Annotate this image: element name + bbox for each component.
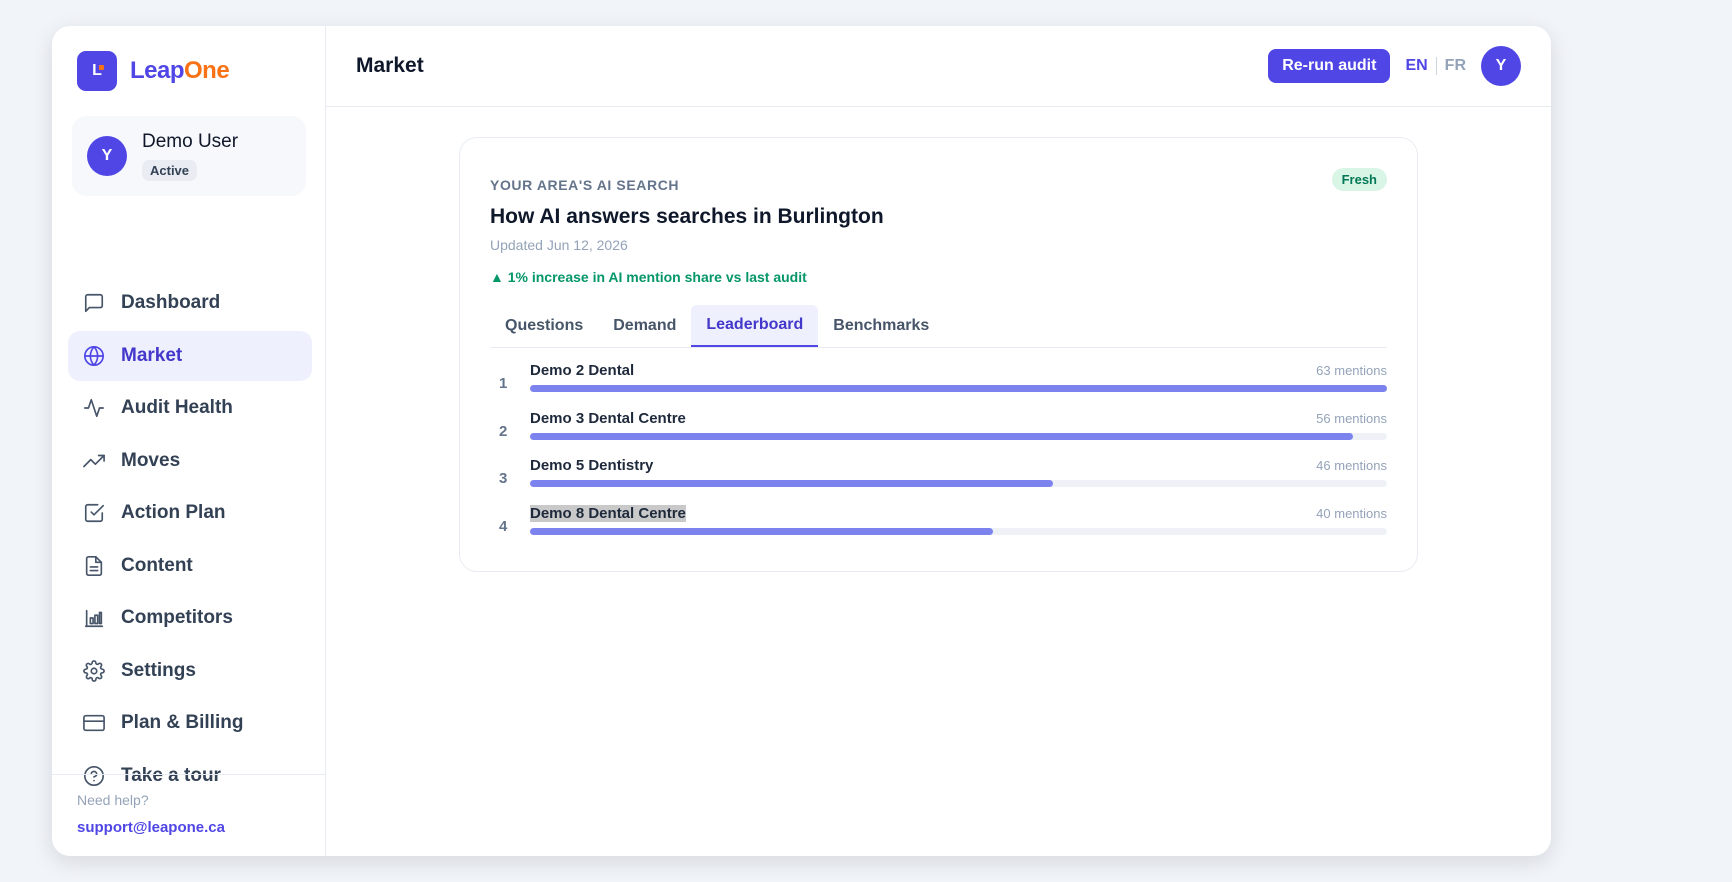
sidebar-nav: Dashboard Market Audit Health Moves Acti… <box>68 278 312 751</box>
sidebar-item-content[interactable]: Content <box>68 541 312 591</box>
mentions-count: 46 mentions <box>1316 458 1387 473</box>
file-text-icon <box>82 554 106 578</box>
sidebar-item-market[interactable]: Market <box>68 330 312 381</box>
tab-questions[interactable]: Questions <box>490 305 598 347</box>
mentions-count: 40 mentions <box>1316 505 1387 521</box>
mentions-bar-fill <box>530 385 1387 392</box>
rank-number: 3 <box>499 470 508 487</box>
leaderboard-row-head: Demo 8 Dental Centre 40 mentions <box>530 504 1387 522</box>
mention-share-delta: ▲ 1% increase in AI mention share vs las… <box>490 269 807 285</box>
main-content: Market Re-run audit EN FR Y YOUR AREA'S … <box>326 26 1551 856</box>
sidebar-item-dashboard[interactable]: Dashboard <box>68 278 312 328</box>
app-window: L LeapOne Y Demo User Active Dashboard M… <box>52 26 1551 856</box>
sidebar-item-label: Settings <box>121 659 196 681</box>
leaderboard-row: 3 Demo 5 Dentistry 46 mentions <box>490 457 1387 505</box>
support-email-link[interactable]: support@leapone.ca <box>77 819 326 836</box>
mentions-bar-track <box>530 480 1387 487</box>
lang-fr-button[interactable]: FR <box>1445 57 1466 75</box>
top-actions: Re-run audit EN FR Y <box>1268 46 1521 86</box>
leaderboard-row-body: Demo 8 Dental Centre 40 mentions <box>530 504 1387 535</box>
logo[interactable]: L LeapOne <box>77 51 230 91</box>
sidebar-item-settings[interactable]: Settings <box>68 646 312 696</box>
mentions-count: 56 mentions <box>1316 410 1387 426</box>
activity-icon <box>82 396 106 420</box>
tab-benchmarks[interactable]: Benchmarks <box>818 305 944 347</box>
leaderboard-row: 4 Demo 8 Dental Centre 40 mentions <box>490 504 1387 553</box>
leaderboard-row-head: Demo 2 Dental 63 mentions <box>530 362 1387 379</box>
mentions-bar-track <box>530 385 1387 392</box>
rerun-audit-button[interactable]: Re-run audit <box>1268 49 1391 83</box>
lang-divider <box>1435 57 1437 75</box>
sidebar-item-plan-billing[interactable]: Plan & Billing <box>68 698 312 748</box>
business-name: Demo 8 Dental Centre <box>530 504 686 522</box>
user-card[interactable]: Y Demo User Active <box>72 116 306 196</box>
language-switcher: EN FR <box>1405 57 1466 75</box>
leaderboard-row-body: Demo 2 Dental 63 mentions <box>530 362 1387 392</box>
sidebar-item-label: Plan & Billing <box>121 712 244 733</box>
ai-search-card: YOUR AREA'S AI SEARCH Fresh How AI answe… <box>459 137 1418 572</box>
check-square-icon <box>82 501 106 525</box>
credit-card-icon <box>82 711 106 735</box>
fresh-badge: Fresh <box>1331 168 1387 191</box>
topbar: Market Re-run audit EN FR Y <box>326 26 1551 107</box>
leaderboard-row-head: Demo 3 Dental Centre 56 mentions <box>530 410 1387 427</box>
card-title: How AI answers searches in Burlington <box>490 205 884 228</box>
sidebar-item-label: Action Plan <box>121 502 226 523</box>
business-name: Demo 5 Dentistry <box>530 457 654 474</box>
tab-leaderboard[interactable]: Leaderboard <box>691 305 819 347</box>
bar-chart-icon <box>82 606 106 630</box>
leaderboard-row: 2 Demo 3 Dental Centre 56 mentions <box>490 410 1387 458</box>
business-name: Demo 3 Dental Centre <box>530 409 686 427</box>
leaderboard-list: 1 Demo 2 Dental 63 mentions 2 Demo 3 Den… <box>490 362 1387 552</box>
user-name: Demo User <box>142 131 239 152</box>
globe-icon <box>82 344 106 368</box>
rank-number: 4 <box>499 517 508 535</box>
sidebar-item-label: Competitors <box>121 607 233 628</box>
sidebar-item-label: Content <box>121 554 193 576</box>
account-avatar[interactable]: Y <box>1481 46 1521 86</box>
message-square-icon <box>82 291 106 315</box>
avatar: Y <box>87 136 127 176</box>
logo-text: LeapOne <box>130 57 230 85</box>
logo-mark: L <box>77 51 117 91</box>
rank-number: 1 <box>499 375 508 392</box>
mentions-bar-track <box>530 432 1387 440</box>
rank-number: 2 <box>499 422 508 440</box>
sidebar: L LeapOne Y Demo User Active Dashboard M… <box>52 26 326 856</box>
trending-up-icon <box>82 449 106 473</box>
sidebar-item-moves[interactable]: Moves <box>68 436 312 486</box>
status-badge: Active <box>142 160 198 181</box>
sidebar-item-label: Moves <box>121 449 181 471</box>
card-eyebrow: YOUR AREA'S AI SEARCH <box>490 177 680 193</box>
mentions-bar-fill <box>530 432 1353 440</box>
mentions-bar-fill <box>530 527 993 535</box>
card-tabs: Questions Demand Leaderboard Benchmarks <box>490 305 1387 348</box>
sidebar-item-label: Market <box>121 344 183 366</box>
leaderboard-row-body: Demo 3 Dental Centre 56 mentions <box>530 410 1387 440</box>
logo-dot <box>99 65 104 70</box>
user-info: Demo User Active <box>142 131 238 181</box>
mentions-bar-fill <box>530 480 1053 487</box>
page-title: Market <box>356 54 424 77</box>
sidebar-item-label: Dashboard <box>121 292 221 313</box>
sidebar-item-competitors[interactable]: Competitors <box>68 593 312 643</box>
sidebar-item-action-plan[interactable]: Action Plan <box>68 488 312 538</box>
leaderboard-row: 1 Demo 2 Dental 63 mentions <box>490 362 1387 410</box>
sidebar-item-audit-health[interactable]: Audit Health <box>68 383 312 433</box>
help-section: Need help? support@leapone.ca <box>52 774 326 836</box>
leaderboard-row-head: Demo 5 Dentistry 46 mentions <box>530 457 1387 474</box>
mentions-bar-track <box>530 527 1387 535</box>
business-name: Demo 2 Dental <box>530 362 635 379</box>
lang-en-button[interactable]: EN <box>1405 57 1427 75</box>
logo-text-one: One <box>184 57 230 84</box>
logo-text-leap: Leap <box>130 57 185 84</box>
gear-icon <box>82 659 106 683</box>
tab-demand[interactable]: Demand <box>598 305 691 347</box>
leaderboard-row-body: Demo 5 Dentistry 46 mentions <box>530 457 1387 487</box>
help-question: Need help? <box>77 792 149 808</box>
sidebar-item-label: Audit Health <box>121 397 233 418</box>
updated-date: Updated Jun 12, 2026 <box>490 237 628 253</box>
mentions-count: 63 mentions <box>1316 363 1387 378</box>
